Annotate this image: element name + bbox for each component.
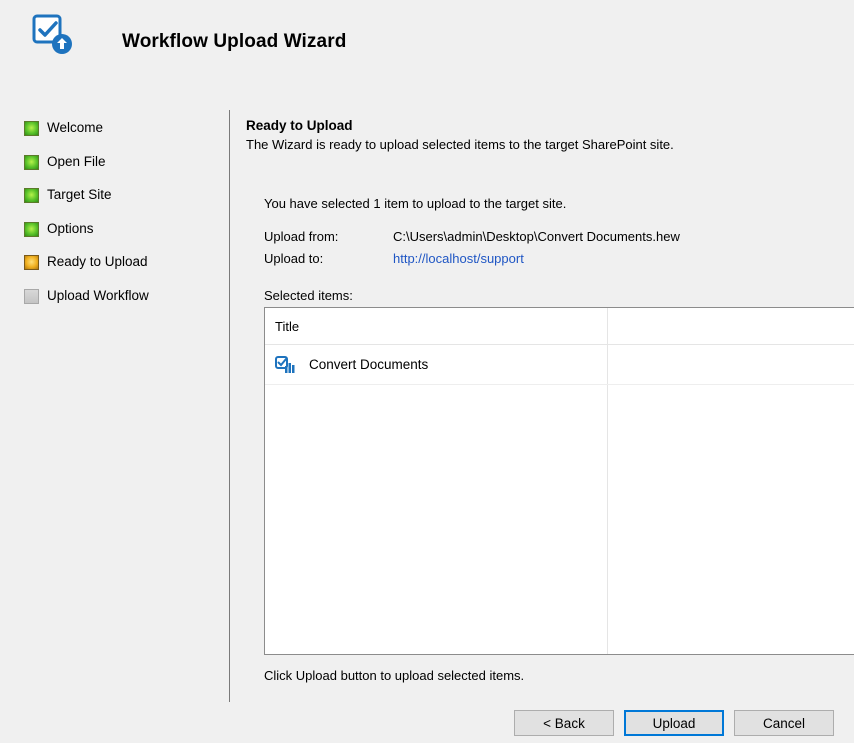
workflow-icon xyxy=(275,356,295,373)
step-ready-to-upload: Ready to Upload xyxy=(24,252,149,286)
step-label: Upload Workflow xyxy=(47,287,149,303)
step-welcome: Welcome xyxy=(24,118,149,152)
step-complete-indicator xyxy=(24,154,39,170)
upload-from-label: Upload from: xyxy=(264,229,339,244)
step-label: Open File xyxy=(47,153,106,169)
step-open-file: Open File xyxy=(24,152,149,186)
upload-to-label: Upload to: xyxy=(264,251,324,266)
upload-button[interactable]: Upload xyxy=(624,710,724,736)
selection-summary: You have selected 1 item to upload to th… xyxy=(264,196,567,211)
wizard-header: Workflow Upload Wizard xyxy=(0,0,854,90)
column-header-title[interactable]: Title xyxy=(275,319,299,334)
step-pending-indicator xyxy=(24,288,39,304)
upload-to-link[interactable]: http://localhost/support xyxy=(393,251,524,266)
selected-items-list[interactable]: Title Convert Documents xyxy=(264,307,854,655)
page-description: The Wizard is ready to upload selected i… xyxy=(246,137,674,152)
step-target-site: Target Site xyxy=(24,185,149,219)
step-current-indicator xyxy=(24,255,39,270)
back-button[interactable]: < Back xyxy=(514,710,614,736)
list-item[interactable]: Convert Documents xyxy=(265,345,854,385)
step-label: Ready to Upload xyxy=(47,254,148,269)
step-options: Options xyxy=(24,219,149,253)
step-complete-indicator xyxy=(24,121,39,136)
list-item-title: Convert Documents xyxy=(309,357,429,372)
step-complete-indicator xyxy=(24,221,39,237)
footer-hint: Click Upload button to upload selected i… xyxy=(264,668,525,683)
step-label: Target Site xyxy=(47,187,112,202)
list-header: Title xyxy=(265,308,854,345)
selected-items-label: Selected items: xyxy=(264,288,353,303)
vertical-divider xyxy=(229,110,230,702)
step-label: Welcome xyxy=(47,120,104,135)
step-upload-workflow: Upload Workflow xyxy=(24,286,149,320)
wizard-title: Workflow Upload Wizard xyxy=(122,31,347,52)
wizard-steps: Welcome Open File Target Site Options Re… xyxy=(24,118,149,319)
workflow-upload-icon xyxy=(32,14,72,54)
step-label: Options xyxy=(47,220,94,236)
upload-from-path: C:\Users\admin\Desktop\Convert Documents… xyxy=(393,229,680,244)
page-title: Ready to Upload xyxy=(246,118,353,133)
step-complete-indicator xyxy=(24,188,39,203)
cancel-button[interactable]: Cancel xyxy=(734,710,834,736)
